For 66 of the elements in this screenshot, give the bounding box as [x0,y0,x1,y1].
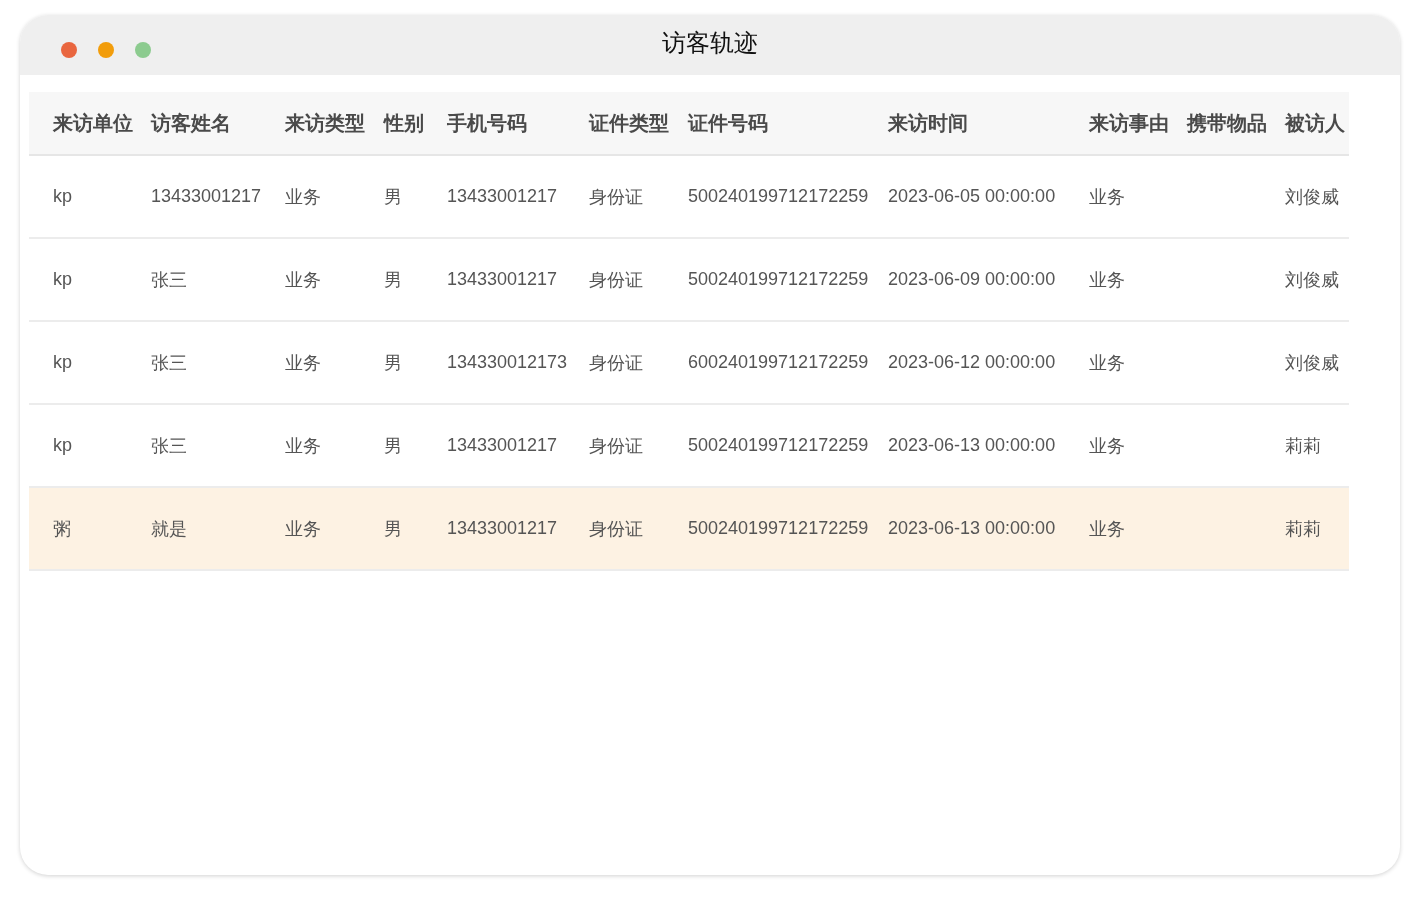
table-cell: 刘俊威 [1285,269,1339,290]
table-cell: 莉莉 [1285,435,1321,456]
table-cell: 13433001217 [447,186,558,206]
table-cell: 500240199712172259 [688,186,869,206]
table-cell: 业务 [285,269,321,290]
table-cell: 13433001217 [151,186,262,206]
table-cell: 男 [384,186,402,207]
table-cell: 张三 [151,435,187,456]
table-cell: 2023-06-12 00:00:00 [888,352,1056,372]
table-cell: 13433001217 [447,518,558,538]
column-header: 来访时间 [888,111,968,134]
table-row[interactable]: 粥 就是 业务 男 13433001217 身份证 500240199712172259 2023-06-13 00:00:00 业务 莉莉 [29,488,1349,571]
table-cell: 500240199712172259 [688,435,869,455]
table-cell: 13433001217 [447,435,558,455]
table-cell: 13433001217 [447,269,558,289]
table-cell: 业务 [1089,435,1125,456]
table-cell: 2023-06-13 00:00:00 [888,518,1056,538]
table-cell: 男 [384,269,402,290]
table-cell: 刘俊威 [1285,352,1339,373]
table-cell: 身份证 [589,269,643,290]
table-cell: 莉莉 [1285,518,1321,539]
table-cell: 业务 [1089,186,1125,207]
table-cell: kp [53,435,72,455]
column-header: 性别 [384,111,424,134]
maximize-button[interactable] [135,42,151,58]
table-cell: 业务 [1089,518,1125,539]
table-cell: 粥 [53,518,71,539]
table-cell: 业务 [285,518,321,539]
column-header: 来访单位 [53,111,133,134]
table-cell: 业务 [285,186,321,207]
close-button[interactable] [61,42,77,58]
table-cell: 业务 [1089,269,1125,290]
column-header: 携带物品 [1187,111,1267,134]
column-header: 手机号码 [447,111,527,134]
table-cell: 男 [384,435,402,456]
table-cell: 业务 [285,352,321,373]
table-cell: 身份证 [589,186,643,207]
table-cell: 男 [384,518,402,539]
window-title: 访客轨迹 [662,29,758,56]
table-cell: 2023-06-05 00:00:00 [888,186,1056,206]
table-cell: 张三 [151,269,187,290]
column-header: 证件类型 [589,111,669,134]
column-header: 被访人 [1285,111,1345,134]
table-cell: 身份证 [589,435,643,456]
column-header: 来访类型 [285,111,365,134]
table-cell: 600240199712172259 [688,352,869,372]
table-cell: 张三 [151,352,187,373]
column-header: 来访事由 [1089,111,1169,134]
table-cell: 2023-06-09 00:00:00 [888,269,1056,289]
table-cell: 刘俊威 [1285,186,1339,207]
column-header: 访客姓名 [151,111,231,134]
table-cell: 身份证 [589,518,643,539]
table-cell: kp [53,352,72,372]
table-cell: kp [53,269,72,289]
table-cell: 2023-06-13 00:00:00 [888,435,1056,455]
table-cell: kp [53,186,72,206]
table-cell: 134330012173 [447,352,568,372]
table-cell: 身份证 [589,352,643,373]
table-cell: 就是 [151,518,187,539]
table-cell: 男 [384,352,402,373]
column-header: 证件号码 [688,111,768,134]
table-cell: 业务 [285,435,321,456]
table-cell: 500240199712172259 [688,269,869,289]
minimize-button[interactable] [98,42,114,58]
table-cell: 业务 [1089,352,1125,373]
table-cell: 500240199712172259 [688,518,869,538]
